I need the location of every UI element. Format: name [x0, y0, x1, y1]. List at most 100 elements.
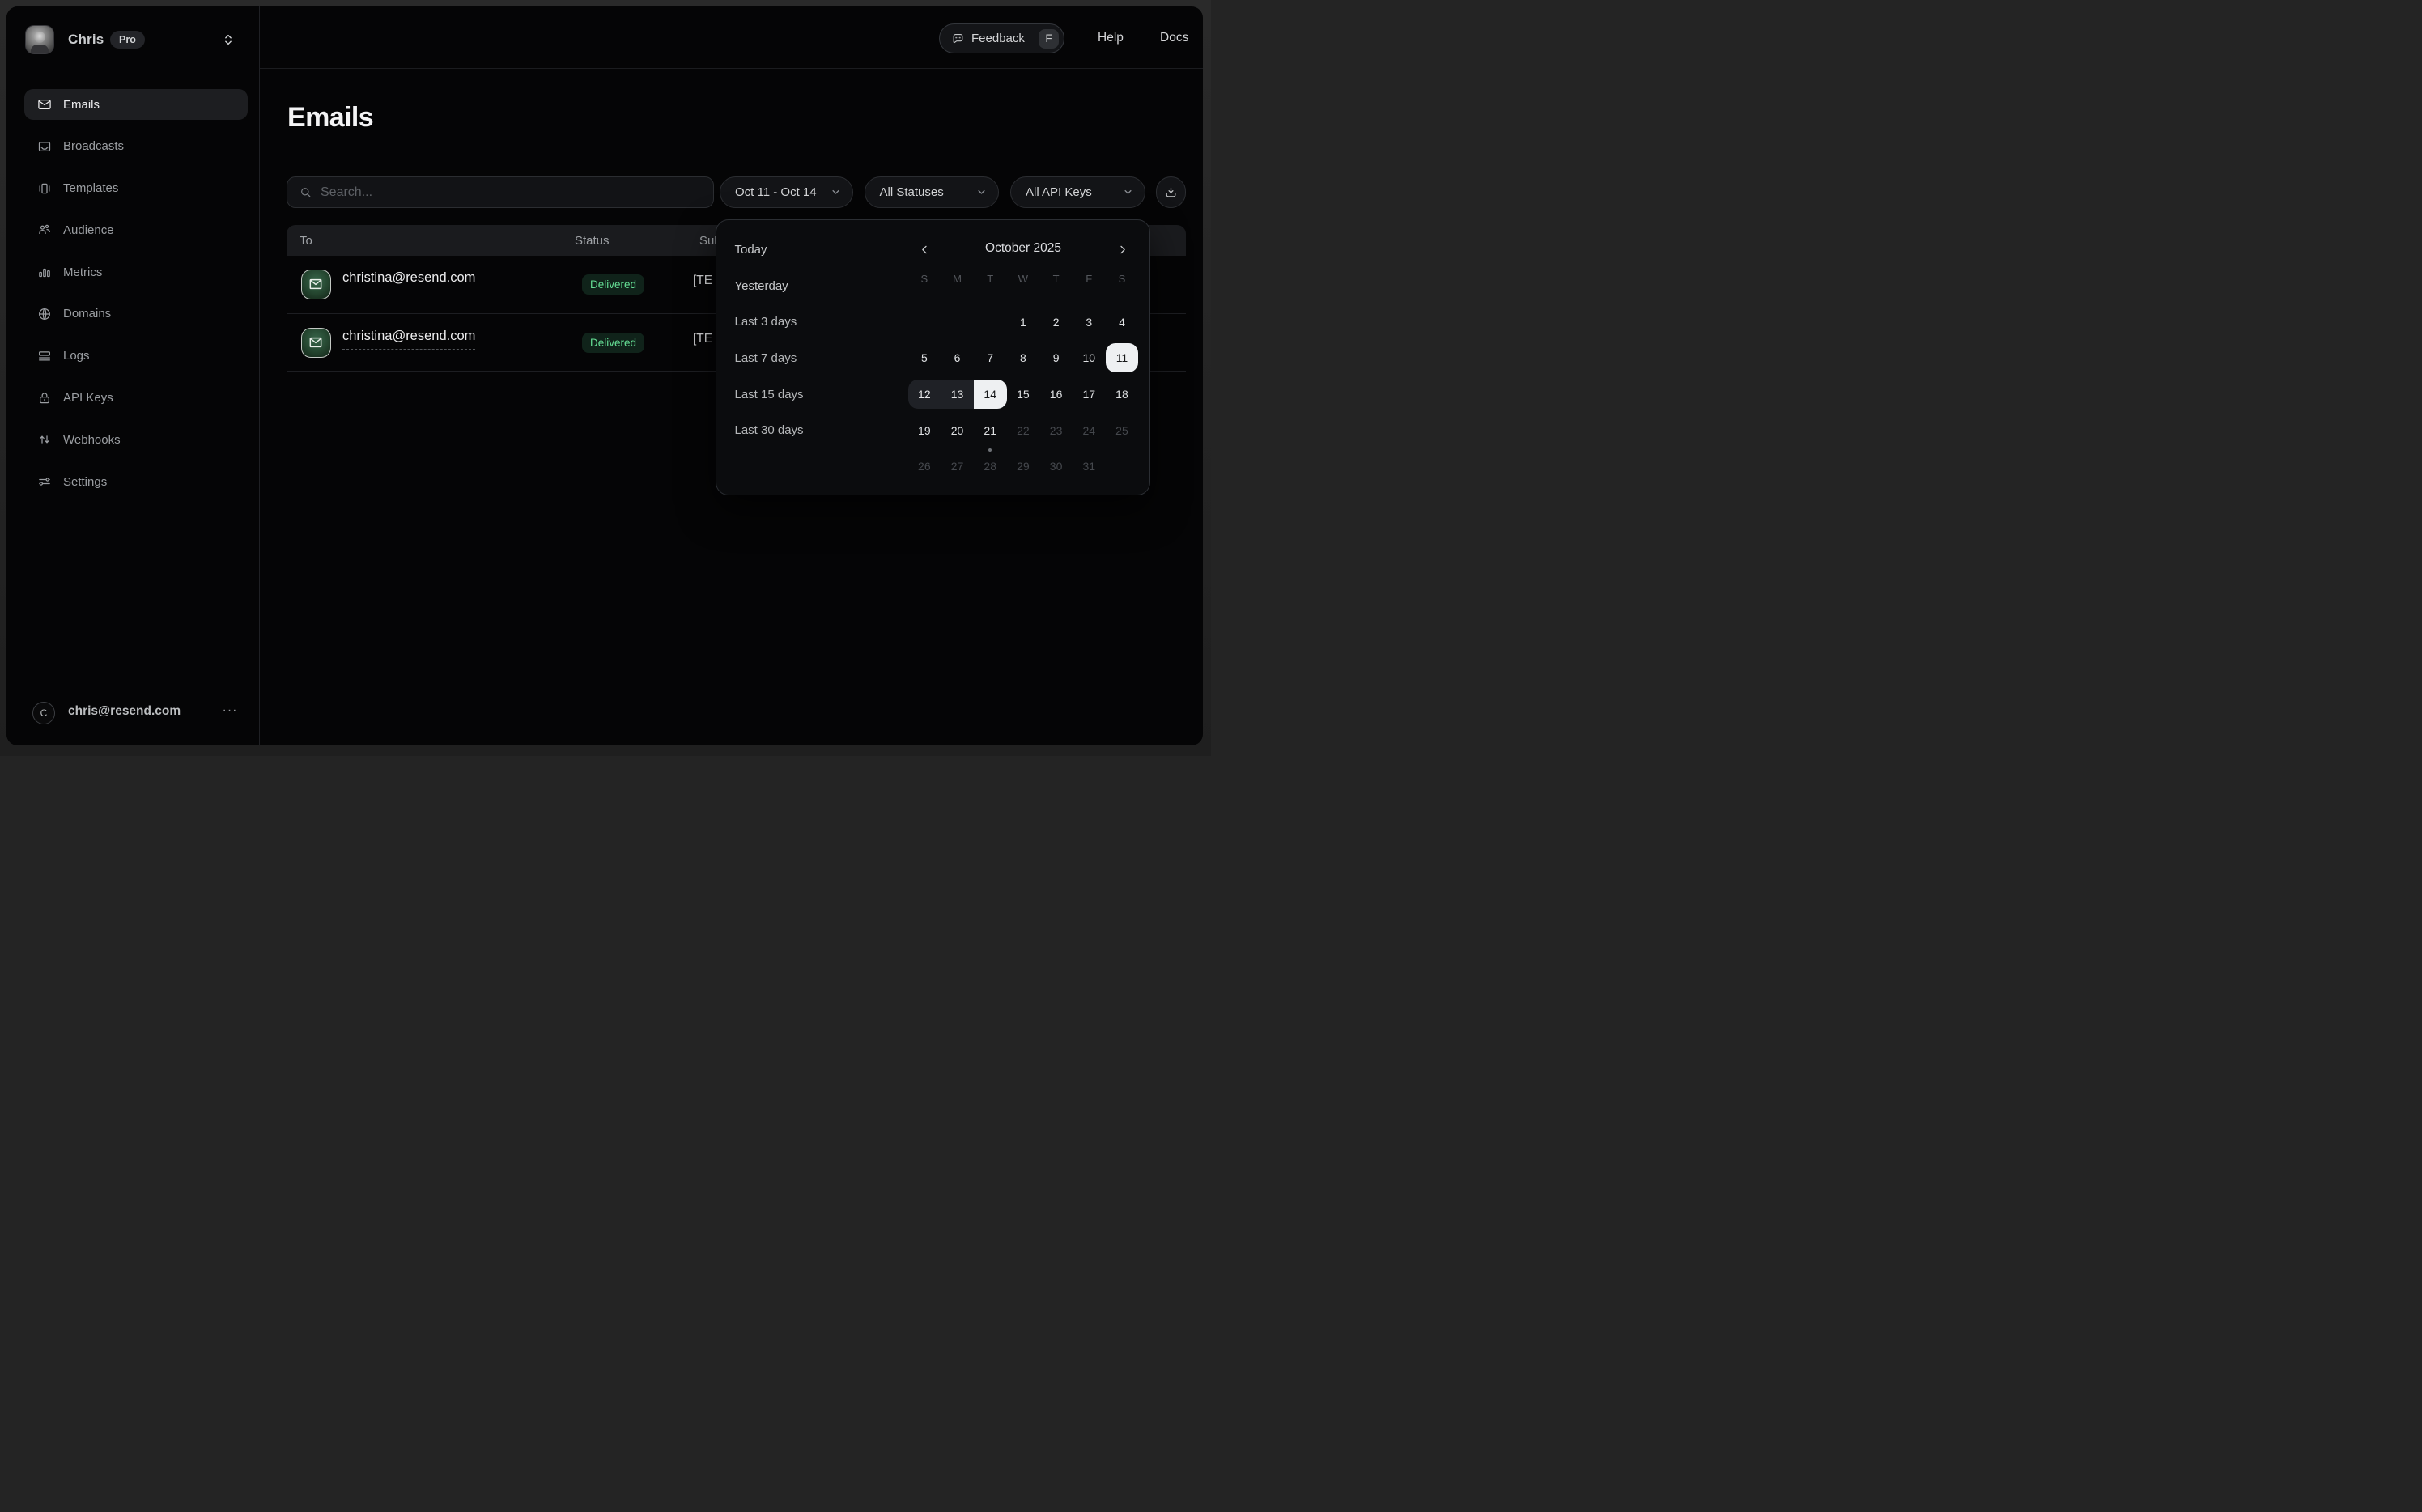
calendar-day-21[interactable]: 21 [974, 416, 1007, 445]
user-email: chris@resend.com [68, 704, 181, 719]
calendar-day-1[interactable]: 1 [1007, 308, 1040, 337]
weekday-label: M [941, 273, 974, 286]
calendar-day-6[interactable]: 6 [941, 343, 974, 372]
date-presets: TodayYesterdayLast 3 daysLast 7 daysLast… [716, 231, 886, 448]
calendar-day-3[interactable]: 3 [1073, 308, 1106, 337]
status-badge: Delivered [582, 333, 644, 353]
calendar-day-12[interactable]: 12 [908, 380, 941, 409]
user-avatar: C [32, 702, 55, 724]
preset-last-3-days[interactable]: Last 3 days [716, 304, 886, 340]
calendar-day-31[interactable]: 31 [1073, 452, 1106, 481]
plan-badge: Pro [110, 31, 145, 49]
calendar-day-28[interactable]: 28 [974, 452, 1007, 481]
weekday-label: T [974, 273, 1007, 286]
column-header-status: Status [575, 234, 610, 248]
app-window: Chris Pro Emails Broadcasts Templates Audie… [6, 6, 1203, 745]
search-box [287, 176, 714, 208]
chat-bubble-icon [951, 32, 965, 45]
sidebar-item-templates[interactable]: Templates [24, 173, 248, 204]
calendar-day-2[interactable]: 2 [1039, 308, 1073, 337]
feedback-button[interactable]: Feedback F [939, 23, 1064, 53]
calendar-day-30[interactable]: 30 [1039, 452, 1073, 481]
chevron-down-icon [975, 186, 988, 198]
weekday-label: S [1106, 273, 1139, 286]
sidebar-item-audience[interactable]: Audience [24, 214, 248, 245]
date-range-filter[interactable]: Oct 11 - Oct 14 [720, 176, 853, 208]
calendar-day-27[interactable]: 27 [941, 452, 974, 481]
weekday-row: SMTWTFS [908, 273, 1139, 286]
search-icon [299, 185, 312, 199]
sidebar-item-label: API Keys [63, 391, 113, 405]
calendar-day-8[interactable]: 8 [1007, 343, 1040, 372]
sidebar-item-metrics[interactable]: Metrics [24, 257, 248, 287]
calendar-day-15[interactable]: 15 [1007, 380, 1040, 409]
chevrons-up-down-icon [221, 32, 236, 47]
docs-link[interactable]: Docs [1160, 31, 1188, 45]
calendar-day-22[interactable]: 22 [1007, 416, 1040, 445]
sidebar-item-settings[interactable]: Settings [24, 466, 248, 497]
calendar-day-25[interactable]: 25 [1106, 416, 1139, 445]
sidebar-item-label: Emails [63, 98, 100, 112]
preset-yesterday[interactable]: Yesterday [716, 268, 886, 304]
sidebar-item-webhooks[interactable]: Webhooks [24, 424, 248, 455]
workspace-avatar [25, 25, 54, 54]
sidebar-item-label: Audience [63, 223, 114, 237]
calendar-day-14[interactable]: 14 [974, 380, 1007, 409]
calendar-day-4[interactable]: 4 [1106, 308, 1139, 337]
date-range-value: Oct 11 - Oct 14 [735, 185, 817, 199]
next-month-button[interactable] [1111, 238, 1133, 261]
calendar-day-13[interactable]: 13 [941, 380, 974, 409]
sidebar-item-emails[interactable]: Emails [24, 89, 248, 120]
desktop-frame: Chris Pro Emails Broadcasts Templates Audie… [0, 0, 1211, 756]
preset-last-15-days[interactable]: Last 15 days [716, 376, 886, 413]
sidebar-item-label: Settings [63, 475, 107, 489]
help-link[interactable]: Help [1098, 31, 1124, 45]
calendar-day-11[interactable]: 11 [1106, 343, 1139, 372]
lock-icon [36, 390, 53, 406]
sidebar-item-api-keys[interactable]: API Keys [24, 383, 248, 414]
preset-today[interactable]: Today [716, 231, 886, 268]
sidebar: Chris Pro Emails Broadcasts Templates Audie… [6, 6, 260, 745]
export-button[interactable] [1156, 176, 1186, 208]
email-subject: [TE [693, 332, 712, 346]
sidebar-item-domains[interactable]: Domains [24, 299, 248, 329]
column-header-to: To [300, 234, 312, 248]
calendar-day-9[interactable]: 9 [1039, 343, 1073, 372]
calendar-day-19[interactable]: 19 [908, 416, 941, 445]
calendar-day-10[interactable]: 10 [1073, 343, 1106, 372]
calendar-day-16[interactable]: 16 [1039, 380, 1073, 409]
calendar-day-20[interactable]: 20 [941, 416, 974, 445]
audience-icon [36, 222, 53, 238]
status-badge: Delivered [582, 274, 644, 295]
sidebar-item-broadcasts[interactable]: Broadcasts [24, 131, 248, 162]
calendar-day-29[interactable]: 29 [1007, 452, 1040, 481]
preset-last-30-days[interactable]: Last 30 days [716, 412, 886, 448]
sidebar-nav: Emails Broadcasts Templates Audience Metrics… [24, 89, 248, 497]
date-picker-popover: TodayYesterdayLast 3 daysLast 7 daysLast… [716, 219, 1151, 495]
page-title: Emails [287, 102, 373, 134]
envelope-icon [36, 96, 53, 113]
calendar-day-7[interactable]: 7 [974, 343, 1007, 372]
chevron-down-icon [830, 186, 842, 198]
email-avatar [301, 328, 331, 358]
chevron-down-icon [1122, 186, 1134, 198]
calendar-day-5[interactable]: 5 [908, 343, 941, 372]
webhooks-icon [36, 431, 53, 448]
weekday-label: W [1007, 273, 1040, 286]
calendar-day-23[interactable]: 23 [1039, 416, 1073, 445]
calendar-day-17[interactable]: 17 [1073, 380, 1106, 409]
calendar-day-18[interactable]: 18 [1106, 380, 1139, 409]
calendar-day-26[interactable]: 26 [908, 452, 941, 481]
workspace-switcher[interactable]: Chris Pro [25, 25, 242, 54]
sidebar-item-label: Templates [63, 181, 118, 195]
weekday-label: T [1039, 273, 1073, 286]
api-key-filter[interactable]: All API Keys [1010, 176, 1145, 208]
preset-last-7-days[interactable]: Last 7 days [716, 340, 886, 376]
sidebar-item-logs[interactable]: Logs [24, 341, 248, 372]
calendar-day-24[interactable]: 24 [1073, 416, 1106, 445]
ellipsis-menu-button[interactable]: ··· [219, 700, 240, 721]
status-filter[interactable]: All Statuses [865, 176, 1000, 208]
search-input[interactable] [321, 185, 703, 200]
envelope-icon [308, 276, 324, 292]
recipient-email: christina@resend.com [342, 329, 475, 350]
